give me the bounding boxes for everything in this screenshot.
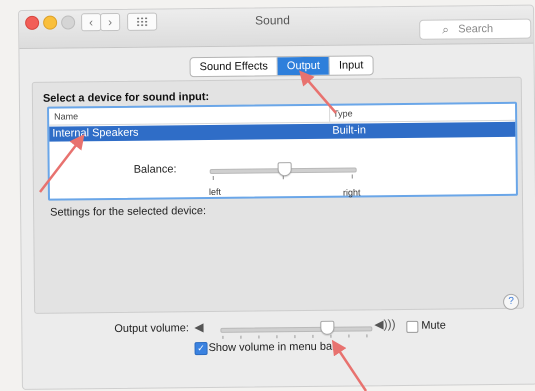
help-button[interactable]: ? [502, 293, 520, 310]
mute-label: Mute [421, 319, 446, 332]
tab-bar: Sound Effects Output Input [189, 55, 374, 78]
grid-icon [136, 16, 149, 27]
mute-checkbox[interactable] [406, 320, 419, 333]
column-header-type[interactable]: Type [329, 105, 353, 122]
speaker-low-icon: ◀ [194, 320, 204, 335]
minimize-window-icon[interactable] [43, 15, 58, 30]
title-bar: ‹ › Sound ⌕ Search [19, 5, 534, 49]
back-button[interactable]: ‹ [81, 13, 102, 32]
forward-button[interactable]: › [100, 12, 121, 32]
output-volume-label: Output volume: [114, 322, 189, 336]
speaker-high-icon: ◀))) [374, 317, 396, 332]
balance-left-label: left [208, 186, 221, 198]
search-input[interactable]: ⌕ Search [419, 18, 532, 40]
search-placeholder: Search [458, 23, 494, 36]
balance-slider-thumb[interactable] [277, 162, 292, 177]
column-header-name[interactable]: Name [54, 108, 78, 124]
device-table[interactable]: Name Type Internal Speakers Built-in [47, 101, 518, 201]
tab-output[interactable]: Output [277, 56, 331, 76]
window-title: Sound [255, 13, 290, 28]
search-icon: ⌕ [442, 22, 450, 37]
output-volume-slider[interactable] [220, 326, 373, 333]
output-volume-thumb[interactable] [320, 320, 335, 335]
tab-input[interactable]: Input [330, 56, 373, 74]
device-name-cell: Internal Speakers [52, 126, 139, 140]
settings-label: Settings for the selected device: [50, 205, 207, 219]
device-type-cell: Built-in [332, 124, 366, 137]
device-section-heading: Select a device for sound input: [42, 91, 210, 105]
balance-right-label: right [342, 187, 361, 198]
show-all-button[interactable] [127, 12, 158, 31]
balance-label: Balance: [133, 163, 177, 176]
zoom-window-icon[interactable] [61, 15, 76, 30]
tab-sound-effects[interactable]: Sound Effects [190, 57, 278, 77]
sound-preferences-window: ‹ › Sound ⌕ Search Sound Effects Output … [18, 4, 535, 390]
show-volume-label: Show volume in menu bar [208, 340, 336, 355]
show-volume-checkbox[interactable]: ✓ [194, 342, 208, 356]
close-window-icon[interactable] [25, 15, 40, 30]
output-panel: Select a device for sound input: Name Ty… [31, 76, 525, 314]
